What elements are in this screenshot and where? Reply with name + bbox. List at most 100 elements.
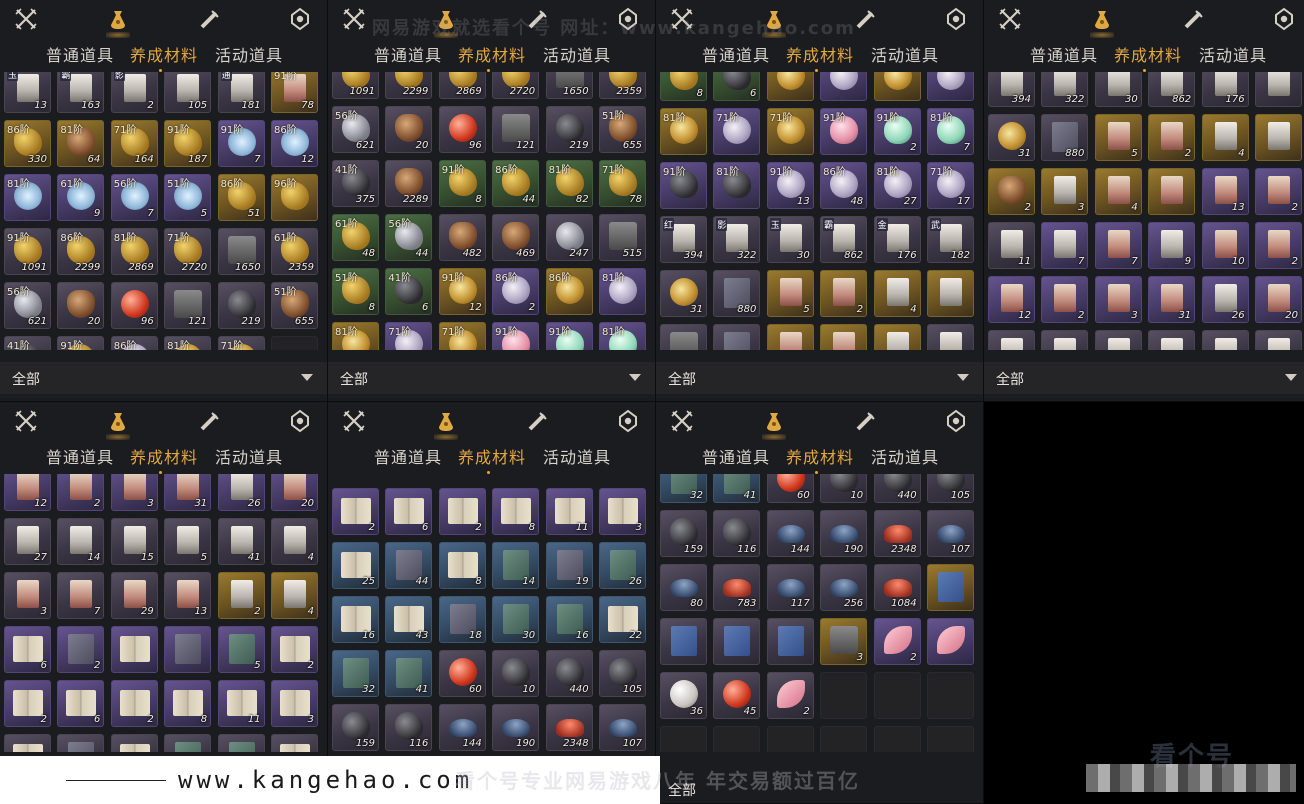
inventory-slot[interactable]: 8 (492, 488, 540, 535)
inventory-slot[interactable]: 144 (766, 510, 814, 557)
inventory-slot[interactable]: 91阶 (766, 72, 814, 101)
weapon-category-icon[interactable] (668, 407, 696, 435)
inventory-slot[interactable]: 440 (545, 650, 593, 697)
inventory-slot[interactable]: 81阶 2869 (110, 228, 158, 275)
material-bag-icon[interactable] (432, 407, 460, 440)
inventory-slot[interactable]: 27 (4, 518, 51, 565)
inventory-slot[interactable]: 霸 163 (57, 72, 105, 113)
inventory-slot[interactable]: 515 (598, 214, 646, 261)
inventory-slot[interactable]: 2 (270, 626, 318, 673)
inventory-slot[interactable]: 43 (385, 596, 433, 643)
inventory-slot[interactable]: 159 (332, 704, 379, 751)
inventory-slot[interactable] (873, 726, 921, 752)
gem-category-icon[interactable] (1270, 5, 1298, 33)
tab-common-items[interactable]: 普通道具 (702, 444, 770, 468)
inventory-slot[interactable] (270, 734, 318, 752)
inventory-slot[interactable]: 15 (110, 518, 158, 565)
inventory-slot[interactable]: 2289 (385, 160, 433, 207)
inventory-slot[interactable]: 4 (270, 572, 318, 619)
inventory-slot[interactable]: 32 (660, 474, 707, 503)
inventory-slot[interactable]: 121 (164, 282, 212, 329)
inventory-slot[interactable]: 1650 (217, 228, 265, 275)
inventory-slot[interactable]: 10 (1201, 222, 1249, 269)
inventory-slot[interactable]: 117 (766, 564, 814, 611)
tab-common-items[interactable]: 普通道具 (374, 42, 442, 66)
inventory-slot[interactable]: 2 (1254, 222, 1302, 269)
inventory-slot[interactable] (873, 324, 921, 350)
inventory-slot[interactable]: 71阶 78 (598, 160, 646, 207)
inventory-slot[interactable] (713, 726, 761, 752)
inventory-slot[interactable]: 91阶 13 (766, 162, 814, 209)
inventory-slot[interactable]: 26 (1201, 276, 1249, 323)
inventory-slot[interactable]: 9 (1148, 222, 1196, 269)
inventory-slot[interactable]: 51阶 8 (332, 268, 379, 315)
inventory-slot[interactable]: 176 (1201, 72, 1249, 107)
inventory-slot[interactable]: 190 (820, 510, 868, 557)
inventory-slot[interactable]: 武 182 (926, 216, 974, 263)
inventory-slot[interactable] (820, 672, 868, 719)
gem-category-icon[interactable] (286, 5, 314, 33)
inventory-slot[interactable] (926, 726, 974, 752)
inventory-slot[interactable]: 2299 (385, 72, 433, 99)
tab-event-items[interactable]: 活动道具 (871, 444, 939, 468)
inventory-slot[interactable]: 30 (492, 596, 540, 643)
weapon-category-icon[interactable] (340, 407, 368, 435)
gem-category-icon[interactable] (286, 407, 314, 435)
inventory-slot[interactable]: 5 (217, 626, 265, 673)
scroll-category-icon[interactable] (196, 407, 224, 435)
inventory-slot[interactable]: 2720 (492, 72, 540, 99)
inventory-slot[interactable] (926, 564, 974, 611)
inventory-slot[interactable]: 30 (1094, 72, 1142, 107)
inventory-slot[interactable]: 20 (385, 106, 433, 153)
inventory-slot[interactable]: 482 (438, 214, 486, 261)
gem-category-icon[interactable] (942, 5, 970, 33)
gem-category-icon[interactable] (614, 407, 642, 435)
inventory-slot[interactable]: 金 176 (873, 216, 921, 263)
tab-event-items[interactable]: 活动道具 (871, 42, 939, 66)
inventory-slot[interactable]: 247 (545, 214, 593, 261)
inventory-slot[interactable] (1254, 114, 1302, 161)
filter-dropdown[interactable]: 全部 (0, 362, 327, 394)
inventory-slot[interactable]: 86阶 2 (492, 268, 540, 315)
tab-event-items[interactable]: 活动道具 (215, 42, 283, 66)
inventory-slot[interactable]: 41阶 375 (332, 160, 379, 207)
inventory-slot[interactable]: 2 (766, 672, 814, 719)
inventory-slot[interactable]: 880 (713, 270, 761, 317)
inventory-slot[interactable]: 105 (164, 72, 212, 113)
inventory-slot[interactable]: 27 (988, 330, 1035, 350)
inventory-slot[interactable]: 91阶 7 (217, 120, 265, 167)
inventory-slot[interactable]: 44 (385, 542, 433, 589)
tab-growth-materials[interactable]: 养成材料 (1114, 42, 1182, 72)
inventory-slot[interactable] (926, 324, 974, 350)
weapon-category-icon[interactable] (340, 5, 368, 33)
inventory-slot[interactable] (820, 72, 868, 101)
inventory-slot[interactable]: 41 (217, 518, 265, 565)
inventory-slot[interactable] (766, 324, 814, 350)
inventory-slot[interactable]: 31 (660, 270, 707, 317)
tab-growth-materials[interactable]: 养成材料 (130, 42, 198, 72)
inventory-slot[interactable]: 86阶 2299 (57, 228, 105, 275)
inventory-slot[interactable]: 5 (164, 518, 212, 565)
filter-dropdown[interactable]: 全部 (984, 362, 1304, 394)
inventory-slot[interactable]: 56阶 621 (332, 106, 379, 153)
material-bag-icon[interactable] (104, 5, 132, 38)
inventory-slot[interactable]: 61阶 9 (57, 174, 105, 221)
inventory-slot[interactable]: 影2 (110, 72, 158, 113)
inventory-slot[interactable]: 16 (545, 596, 593, 643)
inventory-slot[interactable]: 41阶 6 (385, 268, 433, 315)
tab-event-items[interactable]: 活动道具 (543, 42, 611, 66)
inventory-slot[interactable]: 91阶 78 (270, 72, 318, 113)
inventory-slot[interactable]: 91阶 (57, 336, 105, 350)
inventory-slot[interactable]: 1091 (332, 72, 379, 99)
inventory-slot[interactable]: 2 (57, 474, 105, 511)
scroll-category-icon[interactable] (852, 5, 880, 33)
inventory-slot[interactable]: 41 (385, 650, 433, 697)
inventory-slot[interactable] (766, 726, 814, 752)
inventory-slot[interactable]: 116 (385, 704, 433, 751)
inventory-slot[interactable]: 10 (492, 650, 540, 697)
inventory-slot[interactable]: 91阶 12 (438, 268, 486, 315)
inventory-slot[interactable]: 41 (713, 474, 761, 503)
inventory-slot[interactable]: 219 (545, 106, 593, 153)
inventory-slot[interactable]: 2 (217, 572, 265, 619)
inventory-slot[interactable] (713, 324, 761, 350)
